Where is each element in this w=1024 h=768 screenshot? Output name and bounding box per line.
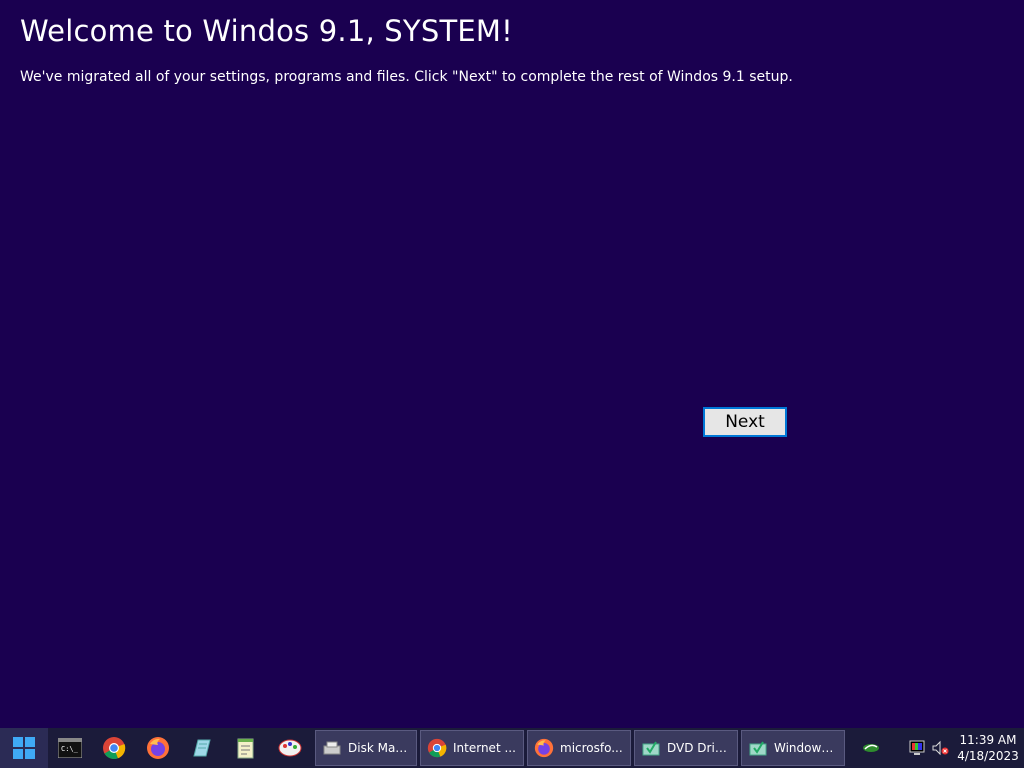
task-label: microsfo... bbox=[560, 741, 623, 755]
welcome-subtitle: We've migrated all of your settings, pro… bbox=[20, 69, 793, 85]
notepad-icon bbox=[237, 738, 254, 759]
task-label: Internet ... bbox=[453, 741, 516, 755]
tray-display[interactable] bbox=[906, 728, 928, 768]
clock[interactable]: 11:39 AM 4/18/2023 bbox=[952, 732, 1024, 764]
taskbar: C:\_ Disk Man... Internet ... microsfo..… bbox=[0, 728, 1024, 768]
task-label: Disk Man... bbox=[348, 741, 410, 755]
chrome-icon bbox=[103, 737, 126, 760]
volume-muted-icon bbox=[932, 740, 949, 756]
firefox-icon bbox=[147, 737, 169, 759]
pinned-notepad[interactable] bbox=[224, 728, 268, 768]
svg-text:C:\_: C:\_ bbox=[61, 745, 79, 753]
paint-icon bbox=[278, 739, 302, 757]
task-windows-setup[interactable]: Windows... bbox=[741, 730, 845, 766]
setup-screen: Welcome to Windos 9.1, SYSTEM! We've mig… bbox=[0, 0, 1024, 768]
windows-logo-icon bbox=[13, 737, 35, 759]
welcome-title: Welcome to Windos 9.1, SYSTEM! bbox=[20, 14, 513, 48]
pinned-chrome[interactable] bbox=[92, 728, 136, 768]
task-internet[interactable]: Internet ... bbox=[420, 730, 524, 766]
chrome-icon bbox=[427, 738, 447, 758]
task-dvd-drive[interactable]: DVD Driv... bbox=[634, 730, 738, 766]
task-disk-management[interactable]: Disk Man... bbox=[315, 730, 417, 766]
network-icon bbox=[863, 744, 879, 752]
tray-volume[interactable] bbox=[928, 728, 952, 768]
next-button[interactable]: Next bbox=[703, 407, 787, 437]
disk-management-icon bbox=[323, 741, 341, 755]
firefox-icon bbox=[534, 738, 554, 758]
task-label: DVD Driv... bbox=[667, 741, 731, 755]
tray-network[interactable] bbox=[856, 728, 886, 768]
display-settings-icon bbox=[909, 740, 925, 755]
dvd-drive-icon bbox=[642, 741, 660, 756]
clock-time: 11:39 AM bbox=[959, 733, 1017, 747]
windows-setup-icon bbox=[749, 741, 767, 756]
notebook-icon bbox=[193, 739, 211, 757]
pinned-notebook[interactable] bbox=[180, 728, 224, 768]
start-button[interactable] bbox=[0, 728, 48, 768]
clock-date: 4/18/2023 bbox=[957, 749, 1019, 763]
pinned-paint[interactable] bbox=[268, 728, 312, 768]
task-label: Windows... bbox=[774, 741, 838, 755]
task-firefox[interactable]: microsfo... bbox=[527, 730, 631, 766]
pinned-firefox[interactable] bbox=[136, 728, 180, 768]
system-tray: 11:39 AM 4/18/2023 bbox=[856, 728, 1024, 768]
pinned-command-prompt[interactable]: C:\_ bbox=[48, 728, 92, 768]
command-prompt-icon: C:\_ bbox=[58, 738, 82, 758]
